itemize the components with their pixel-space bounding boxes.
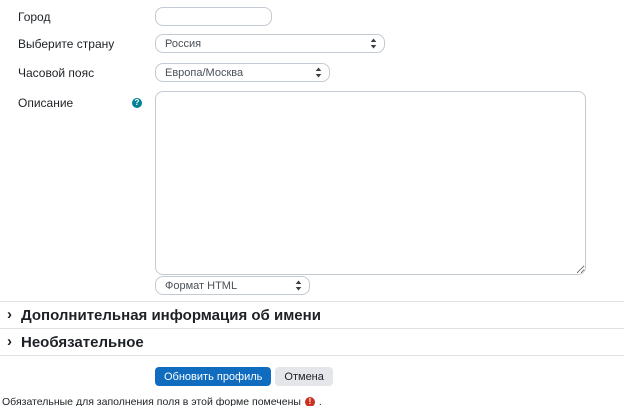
select-stepper-icon xyxy=(370,38,377,49)
form-row-format: Формат HTML xyxy=(155,276,624,295)
timezone-label: Часовой пояс xyxy=(0,66,155,80)
description-textarea[interactable] xyxy=(155,91,586,275)
select-stepper-icon xyxy=(295,280,302,291)
section-title: Необязательное xyxy=(21,334,144,351)
chevron-right-icon: › xyxy=(7,307,12,322)
exclamation-circle-icon: ! xyxy=(305,397,315,406)
required-fields-note: Обязательные для заполнения поля в этой … xyxy=(0,396,624,406)
required-fields-text: Обязательные для заполнения поля в этой … xyxy=(2,396,301,406)
section-title: Дополнительная информация об имени xyxy=(21,307,321,324)
section-header-optional[interactable]: › Необязательное xyxy=(0,329,624,355)
form-row-country: Выберите страну Россия xyxy=(0,34,624,53)
form-row-description: Описание ? xyxy=(0,91,624,275)
form-actions: Обновить профиль Отмена xyxy=(155,367,624,386)
city-label: Город xyxy=(0,10,155,24)
form-row-timezone: Часовой пояс Европа/Москва xyxy=(0,63,624,82)
section-divider xyxy=(0,355,624,356)
profile-edit-form: Город Выберите страну Россия Часовой поя… xyxy=(0,0,624,406)
select-stepper-icon xyxy=(315,67,322,78)
chevron-right-icon: › xyxy=(7,334,12,349)
country-label: Выберите страну xyxy=(0,37,155,51)
required-fields-suffix: . xyxy=(319,396,322,406)
update-profile-button[interactable]: Обновить профиль xyxy=(155,367,271,386)
format-select-value: Формат HTML xyxy=(165,280,237,292)
format-select[interactable]: Формат HTML xyxy=(155,276,310,295)
cancel-button[interactable]: Отмена xyxy=(275,367,332,386)
description-label: Описание xyxy=(18,96,73,110)
timezone-select-value: Европа/Москва xyxy=(165,67,243,79)
form-row-city: Город xyxy=(0,0,624,26)
country-select[interactable]: Россия xyxy=(155,34,385,53)
section-header-additional-names[interactable]: › Дополнительная информация об имени xyxy=(0,302,624,328)
city-input[interactable] xyxy=(155,7,272,26)
timezone-select[interactable]: Европа/Москва xyxy=(155,63,330,82)
help-icon[interactable]: ? xyxy=(132,98,142,108)
country-select-value: Россия xyxy=(165,38,201,50)
